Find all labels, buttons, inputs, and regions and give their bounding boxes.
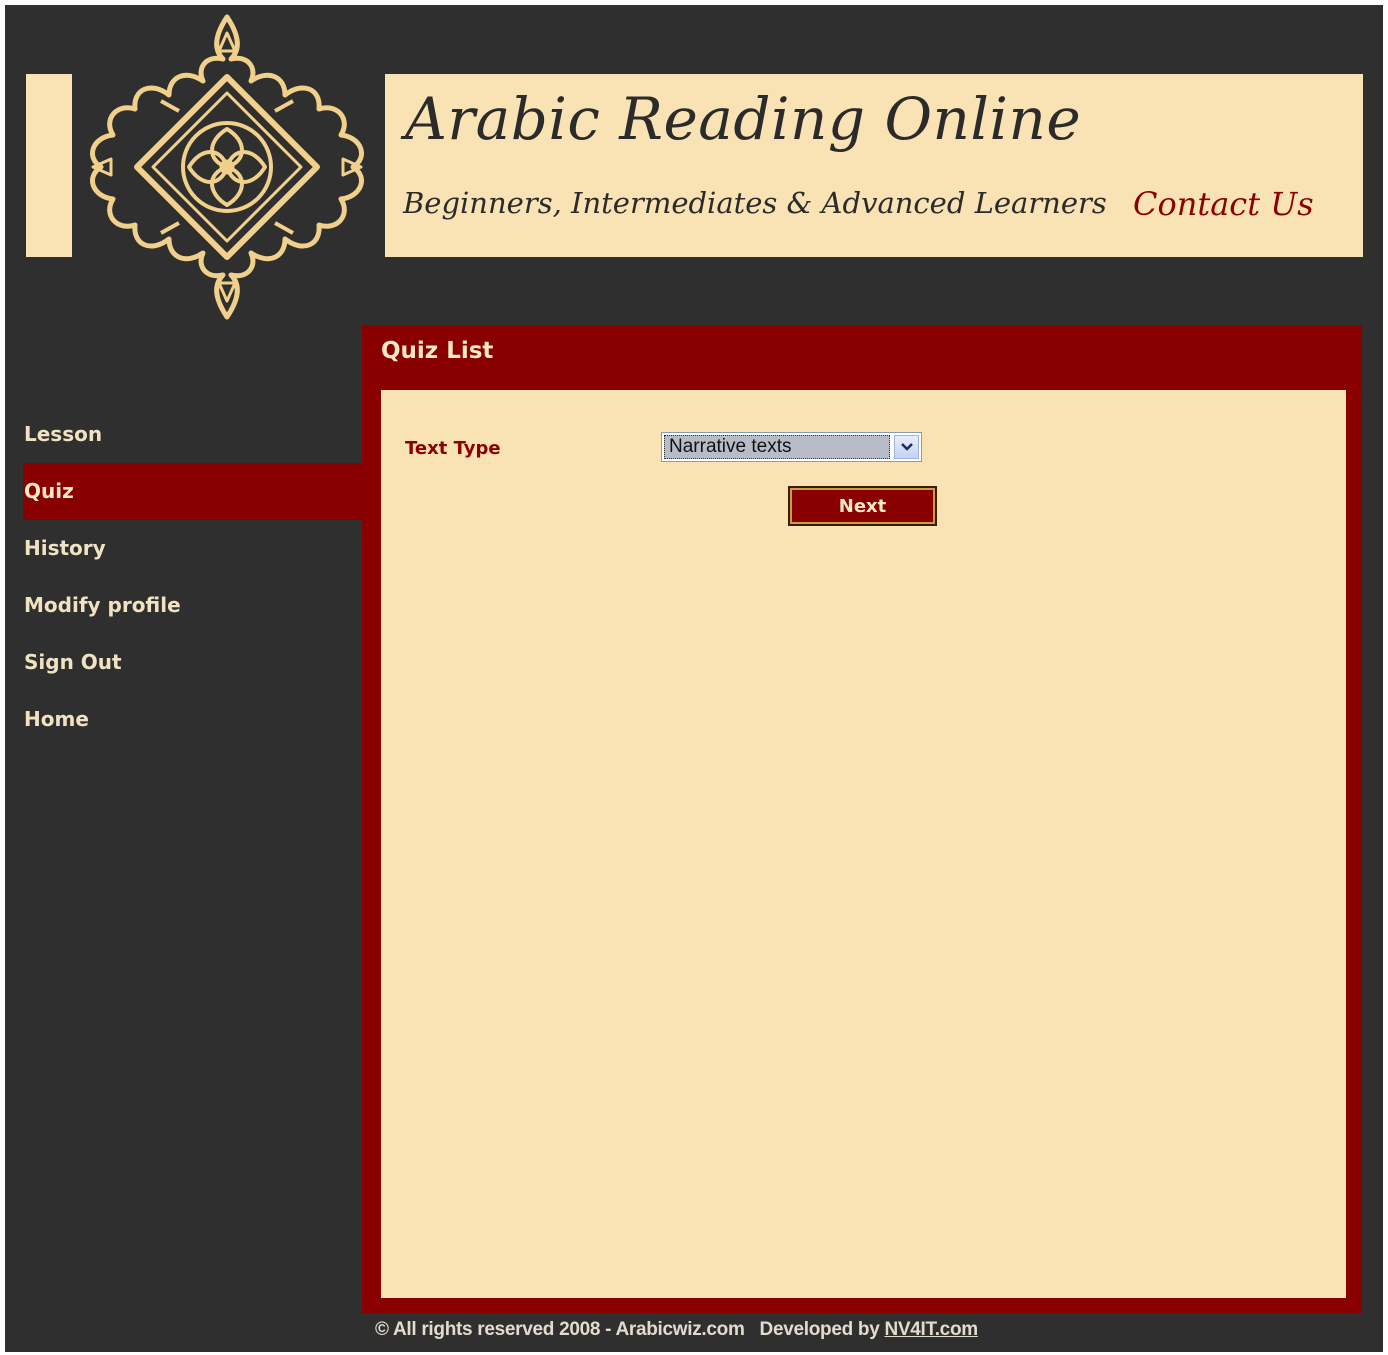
chevron-down-icon[interactable]	[894, 435, 919, 459]
banner-left-strip	[26, 74, 72, 257]
sidebar-item-label: Sign Out	[24, 650, 122, 674]
sidebar-item-modify-profile[interactable]: Modify profile	[23, 577, 363, 634]
sidebar-item-label: History	[24, 536, 106, 560]
sidebar-item-history[interactable]: History	[23, 520, 363, 577]
sidebar-item-label: Modify profile	[24, 593, 181, 617]
contact-us-link[interactable]: Contact Us	[1133, 185, 1314, 223]
page: Arabic Reading Online Beginners, Interme…	[5, 5, 1383, 1352]
panel-body	[381, 390, 1346, 1298]
sidebar-item-quiz[interactable]: Quiz	[23, 463, 363, 520]
text-type-selected-value: Narrative texts	[664, 435, 890, 459]
sidebar-item-sign-out[interactable]: Sign Out	[23, 634, 363, 691]
ornament-logo-icon	[90, 14, 364, 320]
sidebar-item-label: Quiz	[24, 479, 74, 503]
panel-title: Quiz List	[381, 338, 494, 364]
sidebar-item-label: Home	[24, 707, 89, 731]
sidebar-nav: Lesson Quiz History Modify profile Sign …	[23, 406, 363, 748]
footer-copyright: © All rights reserved 2008 - Arabicwiz.c…	[375, 1319, 745, 1340]
text-type-label: Text Type	[405, 438, 501, 459]
footer-developed-by: Developed by	[759, 1319, 880, 1340]
sidebar-item-lesson[interactable]: Lesson	[23, 406, 363, 463]
sidebar-item-label: Lesson	[24, 422, 103, 446]
site-subtitle: Beginners, Intermediates & Advanced Lear…	[403, 186, 1107, 220]
text-type-select[interactable]: Narrative texts	[661, 432, 922, 462]
next-button[interactable]: Next	[788, 486, 937, 526]
site-title: Arabic Reading Online	[405, 85, 1082, 153]
developer-link[interactable]: NV4IT.com	[884, 1319, 978, 1340]
footer: © All rights reserved 2008 - Arabicwiz.c…	[375, 1319, 978, 1341]
sidebar-item-home[interactable]: Home	[23, 691, 363, 748]
